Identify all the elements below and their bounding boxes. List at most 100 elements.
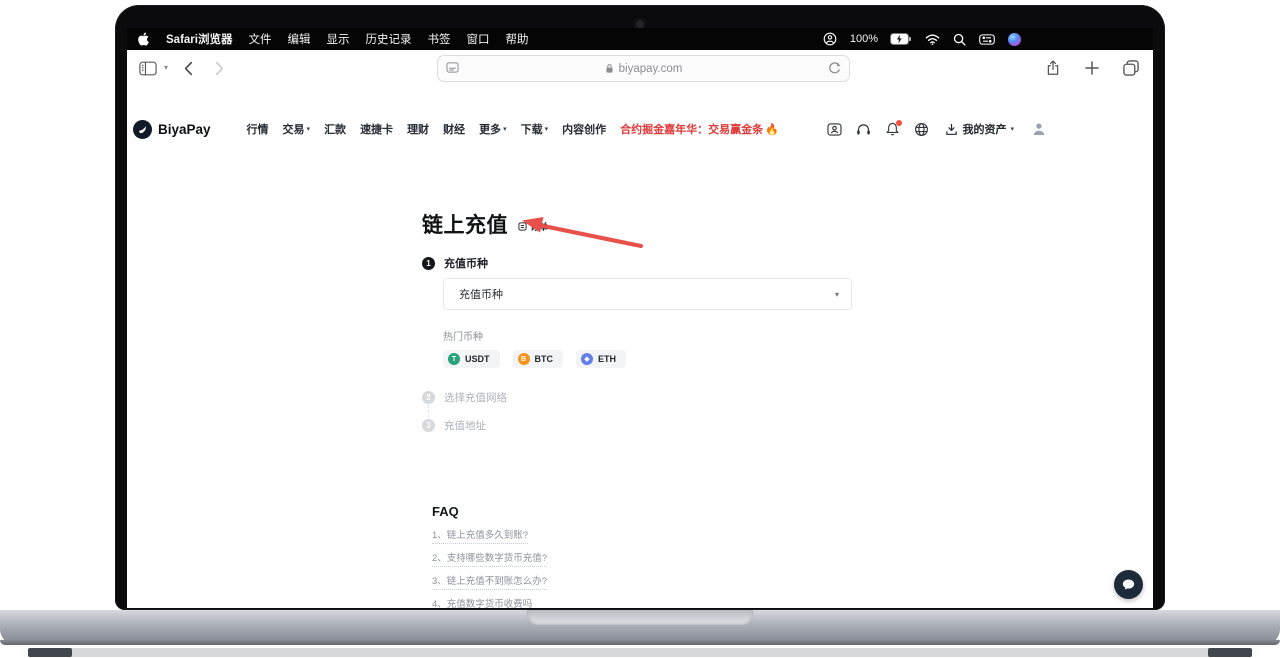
reader-view-icon[interactable] <box>446 62 459 73</box>
coin-chip-eth[interactable]: ◆ ETH <box>576 350 626 368</box>
sidebar-chevron-down-icon[interactable]: ▾ <box>164 64 168 72</box>
menubar-menus: Safari浏览器 文件 编辑 显示 历史记录 书签 窗口 帮助 <box>137 31 528 47</box>
nav-item-trade[interactable]: 交易 ▾ <box>283 121 311 137</box>
coin-select[interactable]: 充值币种 ▾ <box>443 278 852 310</box>
recharge-section: 链上充值 订单 1 充值币种 充值币种 ▾ 热门币种 T USDT B BTC … <box>422 209 852 433</box>
nav-item-remit[interactable]: 汇款 <box>324 121 346 137</box>
nav-item-download[interactable]: 下载 ▾ <box>521 121 549 137</box>
chat-bubble-icon <box>1121 577 1136 592</box>
coin-chip-usdt[interactable]: T USDT <box>443 350 500 368</box>
nav-item-markets[interactable]: 行情 <box>247 121 269 137</box>
notification-badge <box>896 120 903 126</box>
faq-link-2[interactable]: 2、支持哪些数字货币充值? <box>432 553 548 567</box>
macbook-foot-left <box>28 648 72 657</box>
biyapay-logo[interactable]: BiyaPay <box>133 119 211 139</box>
nav-item-finance[interactable]: 财经 <box>443 121 465 137</box>
apple-logo-icon[interactable] <box>137 32 150 46</box>
macbook-front-edge <box>58 648 1222 657</box>
menubar-item-history[interactable]: 历史记录 <box>365 31 411 47</box>
faq-item: 1、链上充值多久到账? <box>432 528 862 544</box>
menubar-item-file[interactable]: 文件 <box>248 31 271 47</box>
macos-menubar: Safari浏览器 文件 编辑 显示 历史记录 书签 窗口 帮助 100% <box>127 28 1153 50</box>
menubar-item-window[interactable]: 窗口 <box>466 31 489 47</box>
reload-icon[interactable] <box>828 62 841 75</box>
notifications-bell-icon[interactable] <box>885 120 903 136</box>
user-avatar-icon[interactable] <box>1032 122 1046 136</box>
faq-link-4[interactable]: 4、充值数字货币收费吗 <box>432 599 533 608</box>
my-assets-menu[interactable]: 我的资产 ▾ <box>945 121 1014 137</box>
live-chat-button[interactable] <box>1114 570 1143 599</box>
forward-button[interactable] <box>215 61 224 76</box>
share-icon[interactable] <box>1045 60 1061 76</box>
faq-link-3[interactable]: 3、链上充值不到账怎么办? <box>432 576 548 590</box>
faq-link-1[interactable]: 1、链上充值多久到账? <box>432 530 529 544</box>
lock-icon <box>605 63 614 74</box>
safari-window: ▾ biyapay.com BiyaPay 行情 交易 ▾ 汇款 速捷卡 理财 … <box>127 50 1153 608</box>
step-1-number: 1 <box>422 256 435 270</box>
step-3-number: 3 <box>422 419 435 432</box>
coin-chip-label: BTC <box>534 354 554 364</box>
menubar-item-help[interactable]: 帮助 <box>505 31 528 47</box>
orders-button[interactable]: 订单 <box>518 220 548 233</box>
language-globe-icon[interactable] <box>914 122 929 137</box>
nav-item-wealth[interactable]: 理财 <box>407 121 429 137</box>
promo-text: 合约掘金嘉年华：交易赢金条 <box>620 124 764 136</box>
nav-item-creator[interactable]: 内容创作 <box>562 121 606 137</box>
order-doc-icon <box>518 221 527 231</box>
brand-name: BiyaPay <box>158 121 211 137</box>
sidebar-icon[interactable] <box>139 61 157 76</box>
nav-item-card[interactable]: 速捷卡 <box>360 121 393 137</box>
chevron-down-icon: ▾ <box>503 125 507 133</box>
battery-icon[interactable] <box>891 34 912 44</box>
orders-button-label: 订单 <box>530 221 549 232</box>
faq-section: FAQ 1、链上充值多久到账? 2、支持哪些数字货币充值? 3、链上充值不到账怎… <box>432 504 862 608</box>
back-button[interactable] <box>184 61 193 76</box>
step-3-label: 充值地址 <box>444 420 486 432</box>
main-nav: 行情 交易 ▾ 汇款 速捷卡 理财 财经 更多 ▾ 下载 ▾ 内容创作 <box>247 121 607 137</box>
step-2-label: 选择充值网络 <box>444 392 507 404</box>
contact-icon[interactable] <box>827 122 843 136</box>
coin-chip-label: ETH <box>598 354 616 364</box>
wifi-icon[interactable] <box>925 34 940 45</box>
url-text: biyapay.com <box>618 62 683 75</box>
step-1-coin: 1 充值币种 <box>422 255 852 271</box>
my-assets-label: 我的资产 <box>962 124 1007 136</box>
chevron-down-icon: ▾ <box>544 125 549 133</box>
promo-banner-link[interactable]: 合约掘金嘉年华：交易赢金条 🔥 <box>620 121 779 137</box>
eth-coin-icon: ◆ <box>581 353 593 365</box>
nav-item-more[interactable]: 更多 ▾ <box>479 121 507 137</box>
menubar-status: 100% <box>823 32 1021 46</box>
menubar-item-bookmarks[interactable]: 书签 <box>427 31 450 47</box>
menubar-item-edit[interactable]: 编辑 <box>287 31 310 47</box>
chevron-down-icon: ▾ <box>1010 125 1014 133</box>
faq-item: 2、支持哪些数字货币充值? <box>432 551 862 567</box>
faq-item: 4、充值数字货币收费吗 <box>432 597 862 608</box>
chevron-down-icon: ▾ <box>306 125 311 133</box>
step-connector <box>428 405 852 418</box>
coin-chip-btc[interactable]: B BTC <box>512 350 563 368</box>
tab-overview-icon[interactable] <box>1123 60 1139 76</box>
control-center-icon[interactable] <box>979 33 995 45</box>
biyapay-page: BiyaPay 行情 交易 ▾ 汇款 速捷卡 理财 财经 更多 ▾ 下载 ▾ 内容创作 <box>127 86 1153 608</box>
coin-select-placeholder: 充值币种 <box>459 289 503 301</box>
siri-icon[interactable] <box>1008 32 1021 46</box>
user-switch-icon[interactable] <box>823 32 837 46</box>
usdt-coin-icon: T <box>448 353 460 365</box>
macbook-foot-right <box>1208 648 1252 657</box>
menubar-item-view[interactable]: 显示 <box>326 31 349 47</box>
webcam-dot <box>636 20 644 28</box>
support-headset-icon[interactable] <box>856 123 871 136</box>
step-2-number: 2 <box>422 391 435 404</box>
new-tab-icon[interactable] <box>1085 61 1099 75</box>
menubar-app-name[interactable]: Safari浏览器 <box>166 31 232 47</box>
page-title: 链上充值 <box>422 214 508 237</box>
address-bar[interactable]: biyapay.com <box>437 55 850 82</box>
header-actions: 我的资产 ▾ <box>827 120 1046 137</box>
search-icon[interactable] <box>953 33 966 46</box>
hot-coins-label: 热门币种 <box>443 332 483 343</box>
macbook-screen-bezel: Safari浏览器 文件 编辑 显示 历史记录 书签 窗口 帮助 100% ▾ … <box>115 5 1165 610</box>
macbook-display: Safari浏览器 文件 编辑 显示 历史记录 书签 窗口 帮助 100% ▾ … <box>127 28 1153 608</box>
step-1-label: 充值币种 <box>444 258 488 270</box>
select-chevron-down-icon: ▾ <box>834 289 839 299</box>
deposit-download-icon <box>945 123 958 136</box>
